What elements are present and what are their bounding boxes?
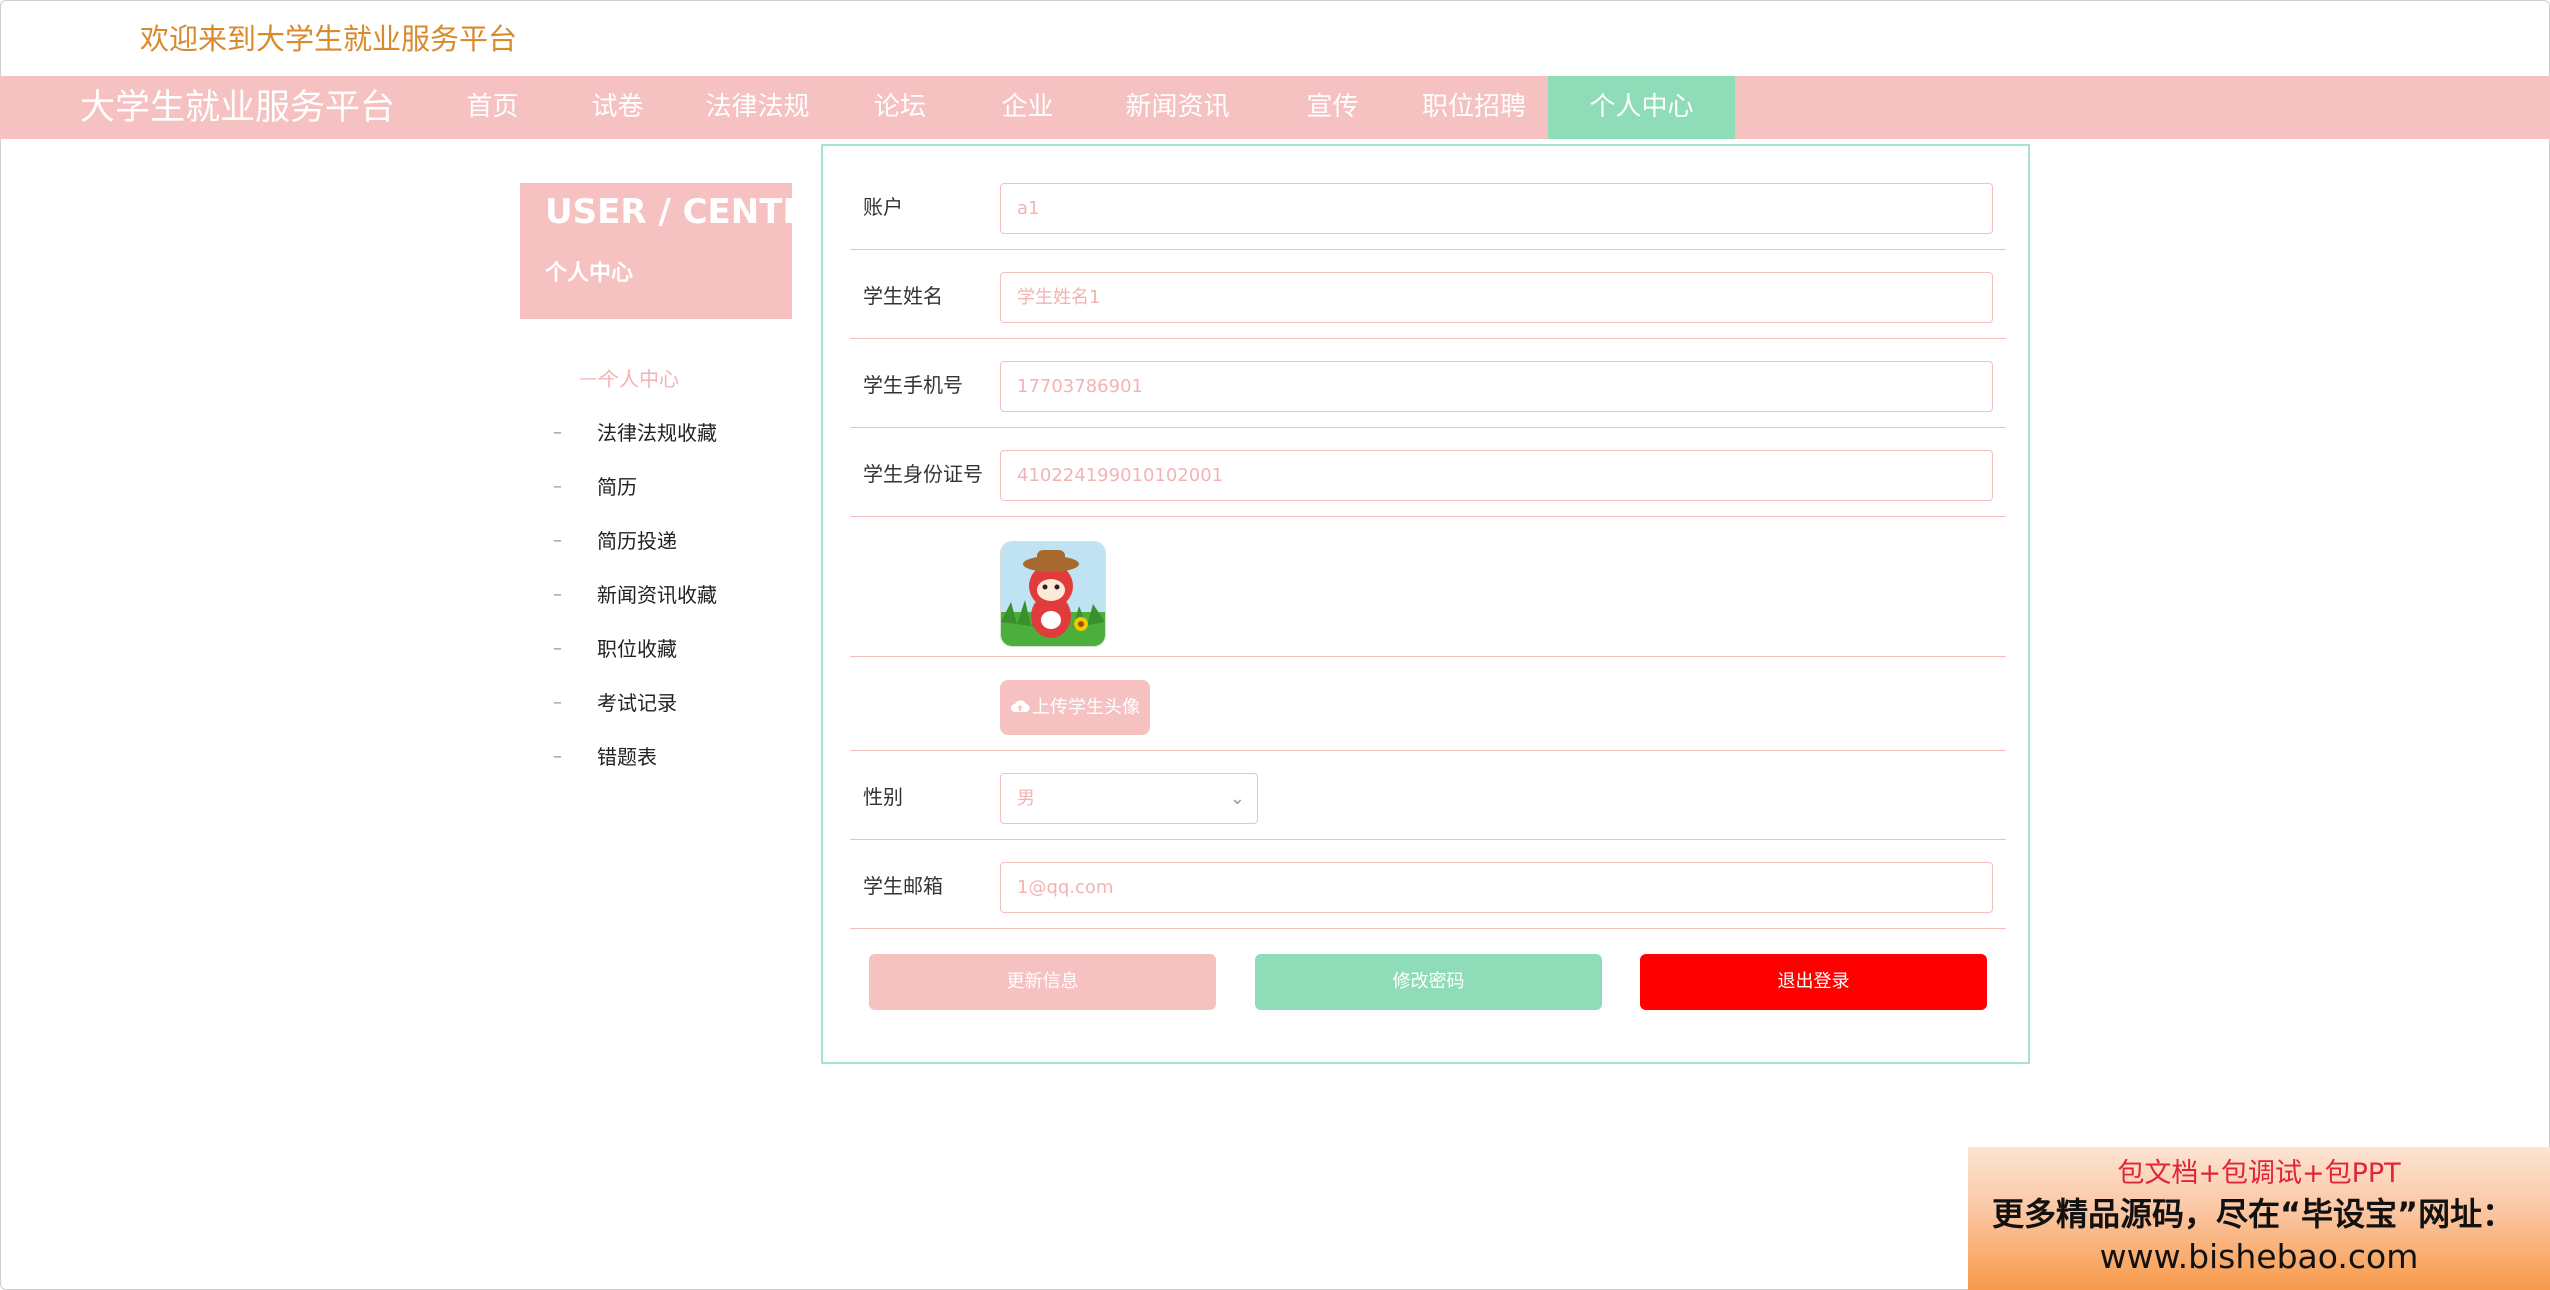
phone-label: 学生手机号: [863, 373, 963, 397]
logout-button[interactable]: 退出登录: [1640, 954, 1987, 1010]
email-label: 学生邮箱: [863, 874, 943, 898]
ad-banner: 包文档+包调试+包PPT 更多精品源码，尽在“毕设宝”网址： www.bishe…: [1968, 1147, 2550, 1290]
form-row-id-card: 学生身份证号 410224199010102001: [850, 428, 2006, 517]
sidebar-item-job-favorites[interactable]: – 职位收藏: [553, 622, 793, 676]
avatar: [1000, 541, 1106, 647]
email-input[interactable]: 1@qq.com: [1000, 862, 1993, 913]
avatar-image: [1001, 542, 1105, 646]
phone-input[interactable]: 17703786901: [1000, 361, 1993, 412]
user-center-subtitle: 个人中心: [545, 261, 634, 286]
sidebar-item-label: 简历: [597, 475, 637, 499]
form-row-avatar: [850, 517, 2006, 657]
form-row-name: 学生姓名 学生姓名1: [850, 250, 2006, 339]
sidebar-item-user-center[interactable]: —— 个人中心: [553, 352, 793, 406]
dash-icon: ——: [579, 368, 615, 389]
gender-value: 男: [1017, 788, 1035, 809]
dash-icon: –: [553, 584, 562, 605]
update-info-button[interactable]: 更新信息: [869, 954, 1216, 1010]
sidebar-item-label: 考试记录: [597, 691, 677, 715]
welcome-text: 欢迎来到大学生就业服务平台: [140, 22, 518, 56]
ad-line-3: www.bishebao.com: [2099, 1237, 2419, 1276]
nav-menu: 首页 试卷 法律法规 论坛 企业 新闻资讯 宣传 职位招聘 个人中心: [430, 76, 1735, 139]
sidebar-item-news-favorites[interactable]: – 新闻资讯收藏: [553, 568, 793, 622]
sidebar-menu: —— 个人中心 – 法律法规收藏 – 简历 – 简历投递 – 新闻资讯收藏 – …: [553, 352, 793, 784]
upload-avatar-button[interactable]: 上传学生头像: [1000, 680, 1150, 735]
sidebar-item-label: 个人中心: [599, 367, 679, 391]
nav-item-laws[interactable]: 法律法规: [680, 76, 835, 139]
sidebar-item-wrong-questions[interactable]: – 错题表: [553, 730, 793, 784]
dash-icon: –: [553, 692, 562, 713]
ad-line-1: 包文档+包调试+包PPT: [2117, 1158, 2401, 1189]
dash-icon: –: [553, 422, 562, 443]
nav-item-home[interactable]: 首页: [430, 76, 555, 139]
account-label: 账户: [863, 195, 903, 219]
user-center-header: USER / CENTER 个人中心: [520, 183, 832, 319]
brand-title: 大学生就业服务平台: [80, 88, 396, 128]
profile-form: 账户 a1 学生姓名 学生姓名1 学生手机号 17703786901 学生身份证…: [821, 144, 2030, 1064]
nav-item-forum[interactable]: 论坛: [835, 76, 965, 139]
dash-icon: –: [553, 530, 562, 551]
gender-select[interactable]: 男 ⌄: [1000, 773, 1258, 824]
sidebar-item-label: 错题表: [597, 745, 657, 769]
id-card-label: 学生身份证号: [863, 462, 983, 486]
dash-icon: –: [553, 746, 562, 767]
form-row-phone: 学生手机号 17703786901: [850, 339, 2006, 428]
form-row-email: 学生邮箱 1@qq.com: [850, 840, 2006, 929]
form-row-account: 账户 a1: [850, 146, 2006, 250]
sidebar-item-exam-records[interactable]: – 考试记录: [553, 676, 793, 730]
user-center-title: USER / CENTER: [545, 192, 832, 232]
sidebar-item-label: 职位收藏: [597, 637, 677, 661]
nav-item-news[interactable]: 新闻资讯: [1090, 76, 1265, 139]
sidebar-item-law-favorites[interactable]: – 法律法规收藏: [553, 406, 793, 460]
sidebar-item-resume-delivery[interactable]: – 简历投递: [553, 514, 793, 568]
name-input[interactable]: 学生姓名1: [1000, 272, 1993, 323]
dash-icon: –: [553, 476, 562, 497]
id-card-input[interactable]: 410224199010102001: [1000, 450, 1993, 501]
account-input[interactable]: a1: [1000, 183, 1993, 234]
chevron-down-icon: ⌄: [1229, 788, 1245, 809]
name-label: 学生姓名: [863, 284, 943, 308]
gender-label: 性别: [863, 785, 903, 809]
form-row-upload: 上传学生头像: [850, 657, 2006, 751]
sidebar-item-label: 新闻资讯收藏: [597, 583, 717, 607]
upload-avatar-label: 上传学生头像: [1032, 697, 1140, 718]
nav-item-promotion[interactable]: 宣传: [1265, 76, 1400, 139]
sidebar-item-label: 简历投递: [597, 529, 677, 553]
nav-item-company[interactable]: 企业: [965, 76, 1090, 139]
nav-item-user-center[interactable]: 个人中心: [1548, 76, 1735, 139]
top-navbar: 大学生就业服务平台 首页 试卷 法律法规 论坛 企业 新闻资讯 宣传 职位招聘 …: [0, 76, 2550, 139]
change-password-button[interactable]: 修改密码: [1255, 954, 1602, 1010]
ad-line-2: 更多精品源码，尽在“毕设宝”网址：: [1992, 1195, 2515, 1233]
sidebar-item-label: 法律法规收藏: [597, 421, 717, 445]
form-row-gender: 性别 男 ⌄: [850, 751, 2006, 840]
dash-icon: –: [553, 638, 562, 659]
cloud-upload-icon: [1010, 681, 1030, 736]
nav-item-jobs[interactable]: 职位招聘: [1400, 76, 1548, 139]
sidebar-item-resume[interactable]: – 简历: [553, 460, 793, 514]
nav-item-exam[interactable]: 试卷: [555, 76, 680, 139]
